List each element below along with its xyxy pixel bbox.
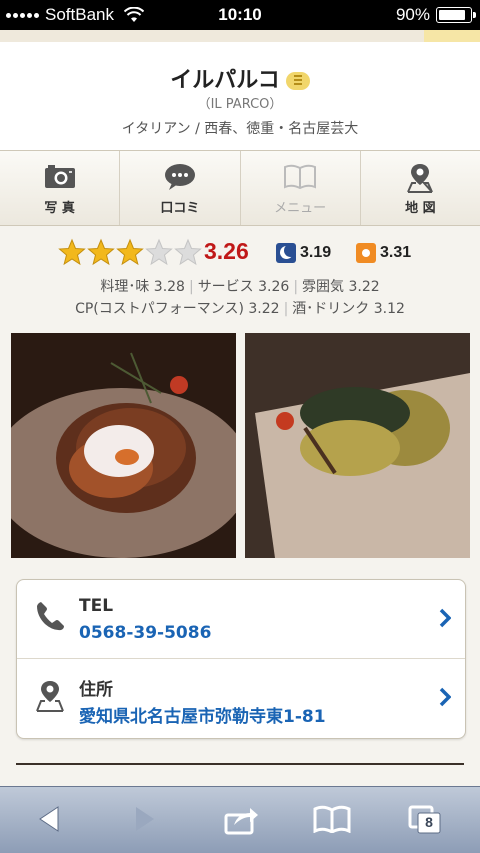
food-photo[interactable]: [245, 333, 470, 558]
book-icon: [284, 164, 317, 189]
star-filled-icon: [58, 238, 86, 266]
overall-score: 3.26: [204, 238, 249, 264]
tab-map-label: 地 図: [405, 201, 436, 216]
tabs-button[interactable]: 8: [408, 805, 442, 835]
star-filled-icon: [87, 238, 115, 266]
score-cp: CP(コストパフォーマンス) 3.22: [75, 301, 280, 317]
star-empty-icon: [145, 238, 173, 266]
tab-map[interactable]: 地 図: [361, 151, 480, 225]
sun-icon: [356, 243, 376, 263]
browser-toolbar: 8: [0, 786, 480, 853]
chevron-right-icon: [439, 687, 451, 707]
tab-menu: メニュー: [241, 151, 361, 225]
tel-row[interactable]: TEL 0568-39-5086: [17, 580, 465, 659]
tel-value[interactable]: 0568-39-5086: [79, 623, 211, 643]
shop-tabs: 写 真 口コミ メニュー 地 図: [0, 150, 480, 226]
shop-header: イルパルコ （IL PARCO） イタリアン / 西春、徳重・名古屋芸大: [0, 42, 480, 150]
battery-icon: [436, 7, 476, 23]
score-drink: 酒･ドリンク 3.12: [292, 301, 405, 317]
page-top-strip: [0, 30, 480, 42]
tabs-count: 8: [425, 814, 433, 830]
tab-photos-label: 写 真: [44, 201, 75, 216]
shop-name: イルパルコ: [170, 68, 280, 93]
camera-icon: [44, 165, 75, 188]
tab-reviews[interactable]: 口コミ: [120, 151, 241, 225]
food-photo-art: [245, 333, 470, 558]
food-photo-art: [11, 333, 236, 558]
star-rating: [58, 238, 202, 266]
dinner-score-value: 3.19: [300, 244, 332, 261]
tab-photos[interactable]: 写 真: [0, 151, 121, 225]
score-atmosphere: 雰囲気 3.22: [302, 279, 380, 295]
review-bubble-icon[interactable]: [285, 72, 310, 90]
battery-percent: 90%: [395, 5, 430, 24]
battery-indicator: 90%: [395, 5, 476, 25]
section-divider: [16, 763, 464, 765]
lunch-score: 3.31: [356, 243, 411, 263]
food-photo[interactable]: [11, 333, 236, 558]
address-label: 住所: [79, 680, 113, 700]
status-bar: SoftBank 10:10 90%: [0, 0, 480, 30]
back-arrow-icon[interactable]: [36, 805, 62, 833]
map-pin-icon: [36, 681, 64, 712]
score-service: サービス 3.26: [197, 279, 290, 295]
phone-icon: [37, 602, 64, 631]
bookmarks-icon[interactable]: [313, 805, 351, 833]
tab-reviews-label: 口コミ: [160, 201, 200, 216]
star-filled-icon: [116, 238, 144, 266]
address-value[interactable]: 愛知県北名古屋市弥勒寺東1-81: [79, 702, 326, 727]
moon-icon: [276, 243, 296, 263]
tab-menu-label: メニュー: [274, 201, 327, 216]
shop-genre-area: イタリアン / 西春、徳重・名古屋芸大: [121, 121, 359, 137]
contact-card: TEL 0568-39-5086 住所 愛知県北名古屋市弥勒寺東1-81: [16, 579, 466, 739]
lunch-score-value: 3.31: [380, 244, 412, 261]
dinner-score: 3.19: [276, 243, 331, 263]
tel-label: TEL: [79, 596, 114, 616]
chevron-right-icon: [439, 608, 451, 628]
score-taste: 料理･味 3.28: [100, 279, 185, 295]
star-empty-icon: [174, 238, 202, 266]
share-icon[interactable]: [224, 805, 260, 835]
shop-name-roman: （IL PARCO）: [197, 97, 283, 112]
comment-bubble-icon: [164, 164, 195, 190]
sub-scores: 料理･味 3.28 | サービス 3.26 | 雰囲気 3.22 CP(コストパフォーマ…: [75, 279, 405, 317]
address-row[interactable]: 住所 愛知県北名古屋市弥勒寺東1-81: [17, 659, 465, 737]
map-pin-icon: [407, 164, 434, 193]
rating-section: 3.26 3.19 3.31 料理･味 3.28 | サービス 3.26 | 雰囲気 3…: [0, 232, 480, 322]
forward-arrow-icon: [136, 807, 154, 831]
